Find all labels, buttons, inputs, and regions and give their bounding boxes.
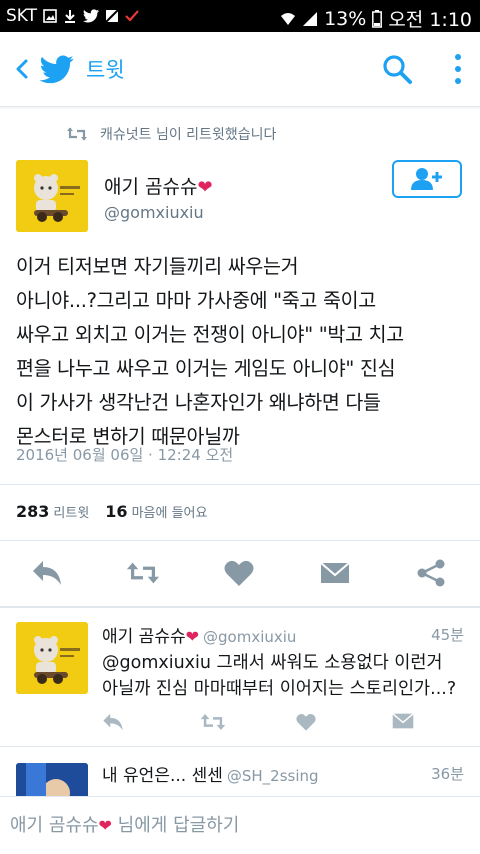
reply-avatar[interactable] bbox=[16, 763, 88, 797]
reply-time: 45분 bbox=[431, 626, 464, 644]
reply-like-button[interactable] bbox=[296, 712, 318, 734]
reply-retweet-button[interactable] bbox=[200, 712, 226, 734]
tweet-text-line: 편을 나누고 싸우고 이거는 게임도 아니야" 진심 bbox=[16, 357, 396, 380]
retweet-context-text: 캐슈넛트 님이 리트윗했습니다 bbox=[100, 127, 277, 143]
reply-composer[interactable]: 애기 곰슈슈❤ 님에게 답글하기 bbox=[0, 796, 480, 854]
reply-reply-button[interactable] bbox=[102, 712, 124, 734]
status-bar-right: 13% 오전 1:10 bbox=[280, 5, 472, 32]
app-bar: 트윗 bbox=[0, 32, 480, 107]
clock: 오전 1:10 bbox=[388, 9, 472, 31]
reply-text-line: 아닐까 진심 마마때부터 이어지는 스토리인가...? bbox=[102, 679, 457, 699]
twitter-notification-icon bbox=[83, 9, 100, 23]
tweet-text-line: 싸우고 외치고 이거는 전쟁이 아니야" "박고 치고 bbox=[16, 323, 404, 346]
retweet-context[interactable]: 캐슈넛트 님이 리트윗했습니다 bbox=[66, 122, 276, 146]
like-button[interactable] bbox=[222, 556, 256, 590]
reply-tweet[interactable]: 애기 곰슈슈❤ @gomxiuxiu 45분 @gomxiuxiu 그래서 싸워도… bbox=[0, 608, 480, 744]
page-title: 트윗 bbox=[86, 58, 125, 82]
signal-icon bbox=[303, 11, 318, 26]
status-bar-left: SKT bbox=[6, 6, 139, 26]
overflow-menu-button[interactable] bbox=[446, 52, 470, 86]
download-icon bbox=[65, 10, 76, 23]
author-handle: @gomxiuxiu bbox=[104, 203, 204, 222]
tweet-stats: 283 리트윗 16 마음에 들어요 bbox=[16, 502, 207, 521]
reply-author-handle: @gomxiuxiu bbox=[203, 628, 297, 646]
reply-author-name: 내 유언은... 센센 bbox=[102, 766, 223, 786]
retweet-icon bbox=[200, 714, 226, 730]
reply-text: @gomxiuxiu 그래서 싸워도 소용없다 이런거 아닐까 진심 마마때부터… bbox=[102, 650, 472, 702]
divider bbox=[0, 484, 480, 485]
tweet-timestamp: 2016년 06월 06일 · 12:24 오전 bbox=[16, 446, 234, 464]
add-user-icon bbox=[411, 168, 442, 190]
tweet-text-line: 이거 티저보면 자기들끼리 싸우는거 bbox=[16, 255, 299, 278]
author-name: 애기 곰슈슈 bbox=[104, 176, 198, 198]
reply-author-handle: @SH_2ssing bbox=[226, 767, 319, 785]
retweet-icon bbox=[67, 127, 87, 141]
check-icon bbox=[125, 10, 139, 22]
reply-time: 36분 bbox=[431, 765, 464, 783]
no-image-icon bbox=[105, 9, 119, 23]
heart-emoji-icon: ❤ bbox=[197, 177, 213, 198]
reply-button[interactable] bbox=[30, 556, 64, 590]
more-vertical-icon bbox=[455, 54, 461, 84]
status-bar: SKT 13% 오전 1:10 bbox=[0, 0, 480, 32]
tweet-text-line: 아니야...?그리고 마마 가사중에 "죽고 죽이고 bbox=[16, 289, 376, 312]
tweet-author[interactable]: 애기 곰슈슈❤ @gomxiuxiu bbox=[104, 172, 213, 222]
share-icon bbox=[417, 559, 445, 587]
reply-header: 애기 곰슈슈❤ @gomxiuxiu bbox=[102, 622, 466, 647]
author-avatar[interactable] bbox=[16, 160, 88, 232]
tweet-actions bbox=[0, 556, 480, 592]
placeholder-name: 애기 곰슈슈 bbox=[10, 815, 99, 836]
retweet-count-label[interactable]: 리트윗 bbox=[53, 502, 89, 521]
battery-icon bbox=[372, 9, 383, 28]
like-count[interactable]: 16 bbox=[105, 502, 127, 521]
reply-header: 내 유언은... 센센 @SH_2ssing bbox=[102, 761, 442, 786]
reply-tweet[interactable]: 내 유언은... 센센 @SH_2ssing 36분 bbox=[0, 747, 480, 797]
tweet-text-line: 이 가사가 생각난건 나혼자인가 왜냐하면 다들 bbox=[16, 391, 381, 414]
reply-dm-button[interactable] bbox=[392, 712, 414, 734]
direct-message-button[interactable] bbox=[318, 556, 352, 590]
heart-emoji-icon: ❤ bbox=[185, 627, 200, 646]
wifi-icon bbox=[281, 12, 296, 25]
placeholder-suffix: 님에게 답글하기 bbox=[117, 815, 240, 836]
reply-avatar[interactable] bbox=[16, 622, 88, 694]
reply-icon bbox=[103, 713, 123, 731]
avatar-illustration bbox=[16, 622, 88, 694]
envelope-icon bbox=[392, 713, 414, 729]
twitter-logo[interactable] bbox=[40, 52, 74, 86]
heart-emoji-icon: ❤ bbox=[98, 816, 112, 835]
search-icon bbox=[383, 55, 412, 84]
envelope-icon bbox=[320, 562, 350, 583]
heart-icon bbox=[296, 713, 316, 731]
author-name-row: 애기 곰슈슈❤ bbox=[104, 172, 213, 199]
avatar-photo bbox=[16, 763, 88, 797]
like-count-label[interactable]: 마음에 들어요 bbox=[132, 502, 208, 521]
avatar-illustration bbox=[16, 160, 88, 232]
gallery-icon bbox=[43, 9, 57, 23]
back-button[interactable] bbox=[8, 54, 38, 84]
reply-input-placeholder[interactable]: 애기 곰슈슈❤ 님에게 답글하기 bbox=[10, 811, 239, 837]
retweet-icon bbox=[126, 562, 160, 584]
search-button[interactable] bbox=[380, 52, 414, 86]
share-button[interactable] bbox=[414, 556, 448, 590]
carrier-label: SKT bbox=[6, 6, 38, 26]
tweet-text: 이거 티저보면 자기들끼리 싸우는거 아니야...?그리고 마마 가사중에 "죽… bbox=[16, 250, 472, 454]
chevron-left-icon bbox=[16, 59, 28, 79]
retweet-button[interactable] bbox=[126, 556, 160, 590]
battery-percent: 13% bbox=[324, 7, 367, 30]
follow-button[interactable] bbox=[392, 160, 462, 198]
retweet-count[interactable]: 283 bbox=[16, 502, 49, 521]
twitter-bird-icon bbox=[40, 55, 74, 84]
divider bbox=[0, 540, 480, 541]
reply-author-name: 애기 곰슈슈 bbox=[102, 627, 186, 647]
reply-icon bbox=[33, 561, 61, 585]
reply-text-line: @gomxiuxiu 그래서 싸워도 소용없다 이런거 bbox=[102, 653, 443, 673]
heart-icon bbox=[224, 560, 254, 586]
